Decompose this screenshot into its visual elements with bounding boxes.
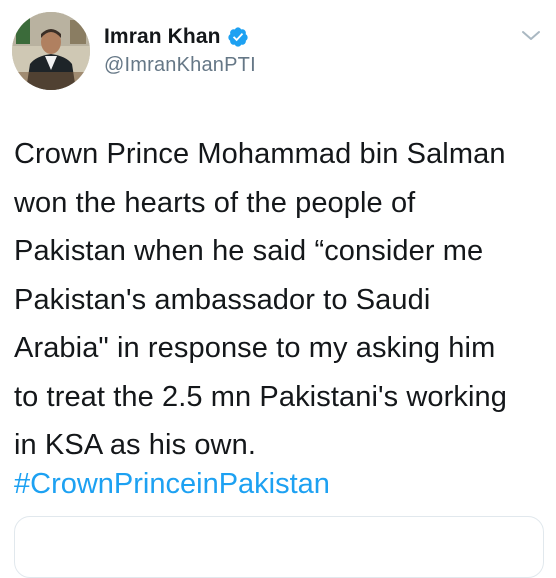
name-row: Imran Khan <box>104 22 256 52</box>
avatar[interactable] <box>12 12 90 90</box>
user-handle[interactable]: @ImranKhanPTI <box>104 54 256 77</box>
tweet-text-line: Arabia" in response to my asking him <box>14 332 496 364</box>
media-card[interactable] <box>14 516 544 578</box>
tweet-text-line: Pakistan when he said “consider me <box>14 235 484 267</box>
tweet-text-line: in KSA as his own. <box>14 429 256 461</box>
tweet-text-line: Crown Prince Mohammad bin Salman <box>14 138 506 170</box>
hashtag-link[interactable]: #CrownPrinceinPakistan <box>14 460 330 508</box>
tweet-text-line: Pakistan's ambassador to Saudi <box>14 283 431 316</box>
tweet-text-line: won the hearts of the people of <box>14 186 416 219</box>
verified-badge-icon <box>227 26 249 48</box>
display-name[interactable]: Imran Khan <box>104 25 221 49</box>
tweet-text-line: to treat the 2.5 mn Pakistani's working <box>14 380 508 413</box>
tweet-text: Crown Prince Mohammad bin Salman won the… <box>14 130 544 470</box>
chevron-down-icon[interactable] <box>520 28 542 44</box>
tweet-card: Imran Khan @ImranKhanPTI Crown Prince Mo… <box>0 0 556 578</box>
tweet-header: Imran Khan @ImranKhanPTI <box>104 22 256 77</box>
